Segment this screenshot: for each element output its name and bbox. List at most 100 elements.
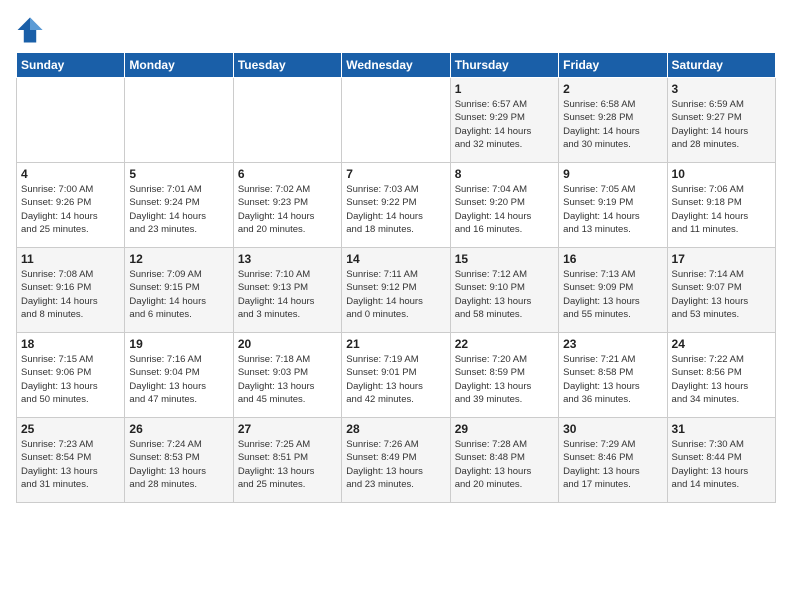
day-number: 14 — [346, 252, 445, 266]
calendar-cell: 5 Sunrise: 7:01 AM Sunset: 9:24 PM Daylig… — [125, 163, 233, 248]
calendar-cell: 6 Sunrise: 7:02 AM Sunset: 9:23 PM Daylig… — [233, 163, 341, 248]
day-number: 11 — [21, 252, 120, 266]
calendar-cell — [342, 78, 450, 163]
calendar-cell: 9 Sunrise: 7:05 AM Sunset: 9:19 PM Daylig… — [559, 163, 667, 248]
day-number: 23 — [563, 337, 662, 351]
day-number: 26 — [129, 422, 228, 436]
day-info: Sunrise: 7:04 AM Sunset: 9:20 PM Dayligh… — [455, 183, 554, 236]
day-info: Sunrise: 7:10 AM Sunset: 9:13 PM Dayligh… — [238, 268, 337, 321]
day-info: Sunrise: 7:12 AM Sunset: 9:10 PM Dayligh… — [455, 268, 554, 321]
day-info: Sunrise: 7:24 AM Sunset: 8:53 PM Dayligh… — [129, 438, 228, 491]
day-number: 7 — [346, 167, 445, 181]
calendar-cell: 1Sunrise: 6:57 AM Sunset: 9:29 PM Daylig… — [450, 78, 558, 163]
day-info: Sunrise: 7:00 AM Sunset: 9:26 PM Dayligh… — [21, 183, 120, 236]
day-info: Sunrise: 7:14 AM Sunset: 9:07 PM Dayligh… — [672, 268, 771, 321]
calendar-cell: 21 Sunrise: 7:19 AM Sunset: 9:01 PM Dayli… — [342, 333, 450, 418]
calendar-cell: 23 Sunrise: 7:21 AM Sunset: 8:58 PM Dayli… — [559, 333, 667, 418]
calendar-week-row: 25 Sunrise: 7:23 AM Sunset: 8:54 PM Dayli… — [17, 418, 776, 503]
day-number: 31 — [672, 422, 771, 436]
calendar-cell: 25 Sunrise: 7:23 AM Sunset: 8:54 PM Dayli… — [17, 418, 125, 503]
day-info: Sunrise: 7:21 AM Sunset: 8:58 PM Dayligh… — [563, 353, 662, 406]
day-number: 16 — [563, 252, 662, 266]
day-number: 9 — [563, 167, 662, 181]
col-header-sunday: Sunday — [17, 53, 125, 78]
col-header-wednesday: Wednesday — [342, 53, 450, 78]
day-info: Sunrise: 7:30 AM Sunset: 8:44 PM Dayligh… — [672, 438, 771, 491]
day-info: Sunrise: 7:05 AM Sunset: 9:19 PM Dayligh… — [563, 183, 662, 236]
calendar-cell: 10 Sunrise: 7:06 AM Sunset: 9:18 PM Dayli… — [667, 163, 775, 248]
day-info: Sunrise: 7:29 AM Sunset: 8:46 PM Dayligh… — [563, 438, 662, 491]
day-number: 27 — [238, 422, 337, 436]
day-number: 5 — [129, 167, 228, 181]
logo-icon — [16, 16, 44, 44]
day-info: Sunrise: 7:16 AM Sunset: 9:04 PM Dayligh… — [129, 353, 228, 406]
calendar-cell: 29 Sunrise: 7:28 AM Sunset: 8:48 PM Dayli… — [450, 418, 558, 503]
day-info: Sunrise: 7:20 AM Sunset: 8:59 PM Dayligh… — [455, 353, 554, 406]
day-info: Sunrise: 7:26 AM Sunset: 8:49 PM Dayligh… — [346, 438, 445, 491]
day-info: Sunrise: 7:28 AM Sunset: 8:48 PM Dayligh… — [455, 438, 554, 491]
day-info: Sunrise: 7:13 AM Sunset: 9:09 PM Dayligh… — [563, 268, 662, 321]
day-number: 17 — [672, 252, 771, 266]
day-number: 28 — [346, 422, 445, 436]
day-number: 8 — [455, 167, 554, 181]
day-number: 12 — [129, 252, 228, 266]
calendar-cell: 3Sunrise: 6:59 AM Sunset: 9:27 PM Daylig… — [667, 78, 775, 163]
day-info: Sunrise: 7:23 AM Sunset: 8:54 PM Dayligh… — [21, 438, 120, 491]
day-info: Sunrise: 7:18 AM Sunset: 9:03 PM Dayligh… — [238, 353, 337, 406]
calendar-cell: 12 Sunrise: 7:09 AM Sunset: 9:15 PM Dayli… — [125, 248, 233, 333]
page-header — [16, 16, 776, 44]
calendar-cell: 4 Sunrise: 7:00 AM Sunset: 9:26 PM Daylig… — [17, 163, 125, 248]
day-info: Sunrise: 7:15 AM Sunset: 9:06 PM Dayligh… — [21, 353, 120, 406]
day-info: Sunrise: 7:08 AM Sunset: 9:16 PM Dayligh… — [21, 268, 120, 321]
day-number: 4 — [21, 167, 120, 181]
day-number: 29 — [455, 422, 554, 436]
day-number: 10 — [672, 167, 771, 181]
calendar-cell — [233, 78, 341, 163]
day-number: 13 — [238, 252, 337, 266]
day-info: Sunrise: 7:19 AM Sunset: 9:01 PM Dayligh… — [346, 353, 445, 406]
calendar-cell: 14 Sunrise: 7:11 AM Sunset: 9:12 PM Dayli… — [342, 248, 450, 333]
day-info: Sunrise: 6:59 AM Sunset: 9:27 PM Dayligh… — [672, 98, 771, 151]
calendar-cell: 17 Sunrise: 7:14 AM Sunset: 9:07 PM Dayli… — [667, 248, 775, 333]
calendar-cell — [125, 78, 233, 163]
calendar-cell: 16 Sunrise: 7:13 AM Sunset: 9:09 PM Dayli… — [559, 248, 667, 333]
calendar-week-row: 4 Sunrise: 7:00 AM Sunset: 9:26 PM Daylig… — [17, 163, 776, 248]
day-number: 25 — [21, 422, 120, 436]
day-number: 21 — [346, 337, 445, 351]
calendar-header-row: SundayMondayTuesdayWednesdayThursdayFrid… — [17, 53, 776, 78]
day-info: Sunrise: 7:03 AM Sunset: 9:22 PM Dayligh… — [346, 183, 445, 236]
calendar-cell: 18Sunrise: 7:15 AM Sunset: 9:06 PM Dayli… — [17, 333, 125, 418]
calendar-cell: 19 Sunrise: 7:16 AM Sunset: 9:04 PM Dayli… — [125, 333, 233, 418]
calendar-table: SundayMondayTuesdayWednesdayThursdayFrid… — [16, 52, 776, 503]
calendar-cell: 20 Sunrise: 7:18 AM Sunset: 9:03 PM Dayli… — [233, 333, 341, 418]
col-header-tuesday: Tuesday — [233, 53, 341, 78]
calendar-cell: 8 Sunrise: 7:04 AM Sunset: 9:20 PM Daylig… — [450, 163, 558, 248]
calendar-cell: 2 Sunrise: 6:58 AM Sunset: 9:28 PM Daylig… — [559, 78, 667, 163]
day-number: 19 — [129, 337, 228, 351]
calendar-cell: 7 Sunrise: 7:03 AM Sunset: 9:22 PM Daylig… — [342, 163, 450, 248]
day-number: 1 — [455, 82, 554, 96]
day-info: Sunrise: 6:58 AM Sunset: 9:28 PM Dayligh… — [563, 98, 662, 151]
day-number: 20 — [238, 337, 337, 351]
calendar-cell: 26 Sunrise: 7:24 AM Sunset: 8:53 PM Dayli… — [125, 418, 233, 503]
col-header-monday: Monday — [125, 53, 233, 78]
calendar-week-row: 11 Sunrise: 7:08 AM Sunset: 9:16 PM Dayli… — [17, 248, 776, 333]
calendar-cell: 27Sunrise: 7:25 AM Sunset: 8:51 PM Dayli… — [233, 418, 341, 503]
day-number: 6 — [238, 167, 337, 181]
calendar-cell: 11 Sunrise: 7:08 AM Sunset: 9:16 PM Dayli… — [17, 248, 125, 333]
calendar-cell: 30 Sunrise: 7:29 AM Sunset: 8:46 PM Dayli… — [559, 418, 667, 503]
calendar-week-row: 18Sunrise: 7:15 AM Sunset: 9:06 PM Dayli… — [17, 333, 776, 418]
day-number: 22 — [455, 337, 554, 351]
day-info: Sunrise: 7:09 AM Sunset: 9:15 PM Dayligh… — [129, 268, 228, 321]
logo — [16, 16, 48, 44]
day-number: 30 — [563, 422, 662, 436]
day-info: Sunrise: 7:06 AM Sunset: 9:18 PM Dayligh… — [672, 183, 771, 236]
calendar-cell: 24Sunrise: 7:22 AM Sunset: 8:56 PM Dayli… — [667, 333, 775, 418]
day-info: Sunrise: 7:11 AM Sunset: 9:12 PM Dayligh… — [346, 268, 445, 321]
calendar-cell: 28 Sunrise: 7:26 AM Sunset: 8:49 PM Dayli… — [342, 418, 450, 503]
col-header-thursday: Thursday — [450, 53, 558, 78]
day-info: Sunrise: 7:02 AM Sunset: 9:23 PM Dayligh… — [238, 183, 337, 236]
day-info: Sunrise: 7:01 AM Sunset: 9:24 PM Dayligh… — [129, 183, 228, 236]
calendar-cell: 15Sunrise: 7:12 AM Sunset: 9:10 PM Dayli… — [450, 248, 558, 333]
day-number: 2 — [563, 82, 662, 96]
